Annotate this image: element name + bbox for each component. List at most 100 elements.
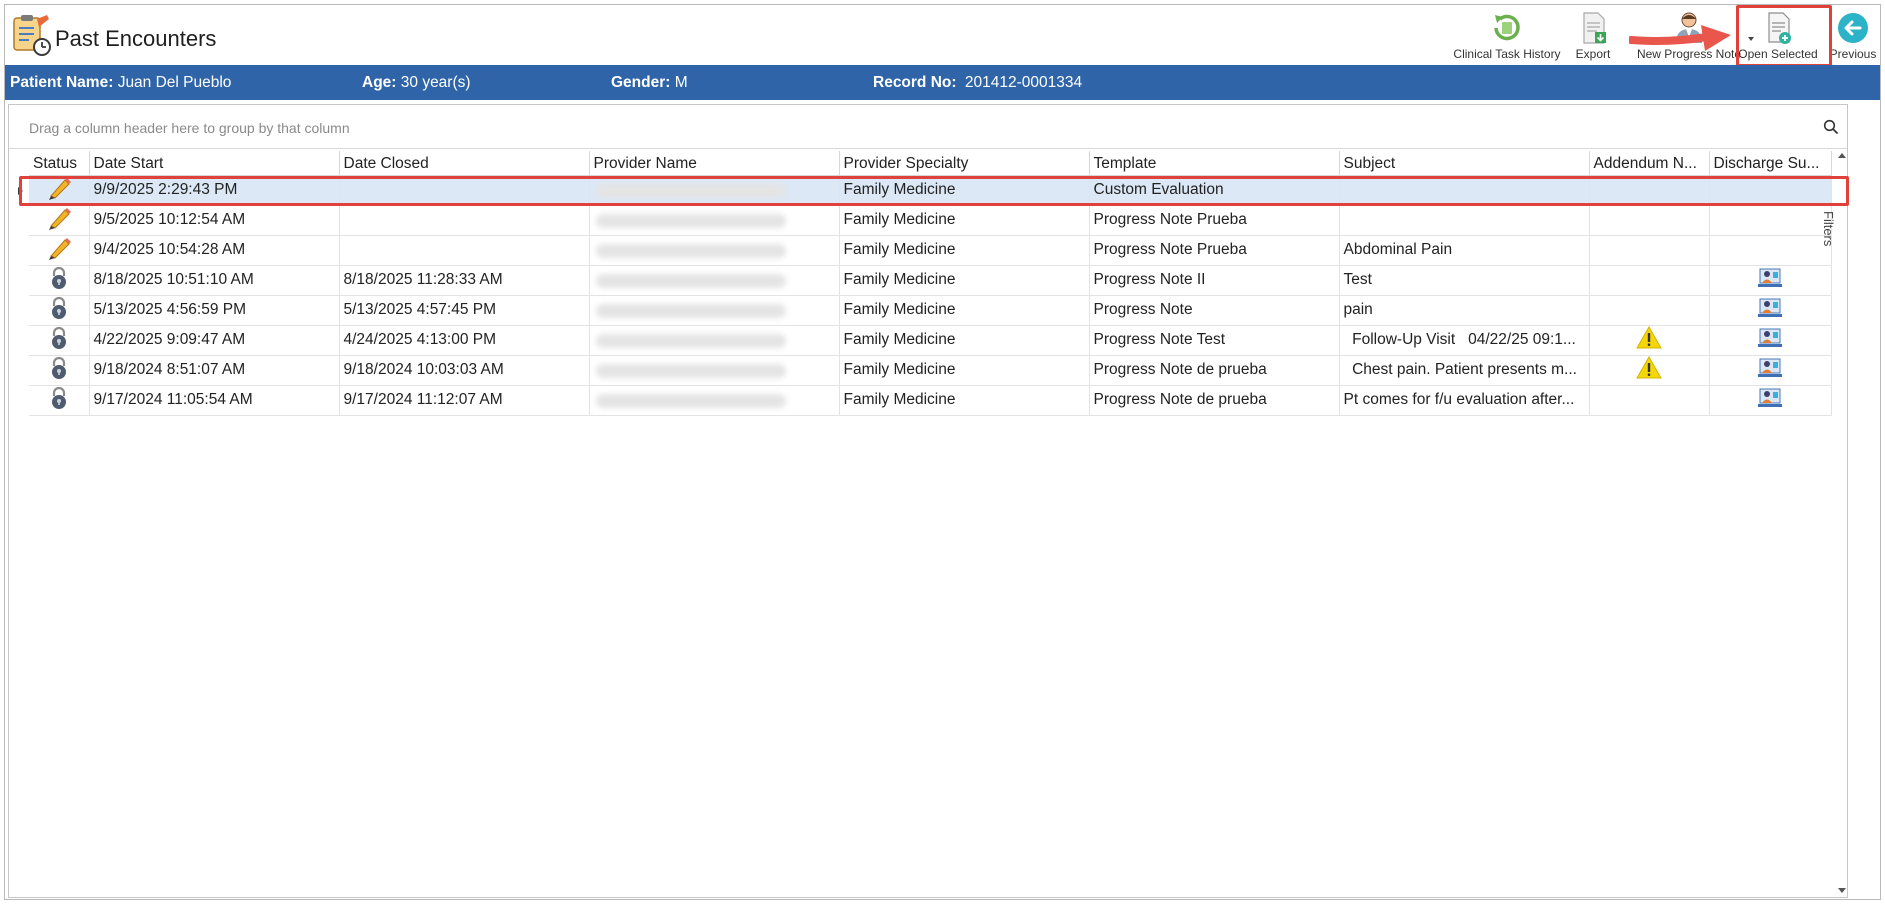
provider-specialty-cell[interactable]: Family Medicine (839, 235, 1090, 266)
date-start-cell[interactable]: 5/13/2025 4:56:59 PM (89, 295, 340, 326)
scroll-up-arrow[interactable] (1838, 153, 1846, 158)
template-cell[interactable]: Progress Note Prueba (1089, 205, 1340, 236)
subject-cell[interactable]: Chest pain. Patient presents m... (1339, 355, 1590, 386)
clinical-task-history-button[interactable]: Clinical Task History (1452, 9, 1562, 63)
provider-name-cell[interactable] (589, 265, 840, 296)
status-cell[interactable] (29, 265, 90, 296)
date-start-cell[interactable]: 9/9/2025 2:29:43 PM (89, 175, 340, 206)
scroll-down-arrow[interactable] (1838, 888, 1846, 893)
date-closed-cell[interactable]: 4/24/2025 4:13:00 PM (339, 325, 590, 356)
date-start-cell[interactable]: 9/5/2025 10:12:54 AM (89, 205, 340, 236)
date-closed-cell[interactable]: 9/17/2024 11:12:07 AM (339, 385, 590, 416)
discharge-summary-cell[interactable] (1709, 325, 1832, 356)
discharge-summary-icon[interactable] (1757, 298, 1783, 324)
subject-cell[interactable]: Pt comes for f/u evaluation after... (1339, 385, 1590, 416)
vertical-scrollbar[interactable] (1835, 149, 1847, 897)
table-row[interactable]: 5/13/2025 4:56:59 PM 5/13/2025 4:57:45 PM… (29, 295, 1832, 326)
column-header-subject[interactable]: Subject (1339, 151, 1590, 176)
provider-name-cell[interactable] (589, 295, 840, 326)
subject-cell[interactable] (1339, 175, 1590, 206)
subject-cell[interactable]: Follow-Up Visit 04/22/25 09:1... (1339, 325, 1590, 356)
template-cell[interactable]: Progress Note de prueba (1089, 355, 1340, 386)
status-cell[interactable] (29, 175, 90, 206)
table-row[interactable]: 9/4/2025 10:54:28 AM Family Medicine Progr… (29, 235, 1832, 266)
addendum-cell[interactable] (1589, 235, 1710, 266)
table-row[interactable]: 9/5/2025 10:12:54 AM Family Medicine Progr… (29, 205, 1832, 236)
provider-name-cell[interactable] (589, 385, 840, 416)
column-header-discharge-summary[interactable]: Discharge Su... (1709, 151, 1832, 176)
provider-name-cell[interactable] (589, 325, 840, 356)
table-row[interactable]: 9/17/2024 11:05:54 AM 9/17/2024 11:12:07 … (29, 385, 1832, 416)
status-cell[interactable] (29, 325, 90, 356)
column-header-addendum[interactable]: Addendum N... (1589, 151, 1710, 176)
search-icon[interactable] (1823, 119, 1839, 135)
addendum-cell[interactable] (1589, 355, 1710, 386)
addendum-cell[interactable] (1589, 325, 1710, 356)
table-row[interactable]: 9/18/2024 8:51:07 AM 9/18/2024 10:03:03 A… (29, 355, 1832, 386)
status-cell[interactable] (29, 295, 90, 326)
status-cell[interactable] (29, 235, 90, 266)
date-closed-cell[interactable] (339, 205, 590, 236)
open-selected-button[interactable]: Open Selected (1734, 9, 1822, 63)
date-start-cell[interactable]: 4/22/2025 9:09:47 AM (89, 325, 340, 356)
provider-specialty-cell[interactable]: Family Medicine (839, 355, 1090, 386)
date-start-cell[interactable]: 9/4/2025 10:54:28 AM (89, 235, 340, 266)
discharge-summary-icon[interactable] (1757, 268, 1783, 294)
template-cell[interactable]: Custom Evaluation (1089, 175, 1340, 206)
addendum-cell[interactable] (1589, 295, 1710, 326)
subject-cell[interactable]: Test (1339, 265, 1590, 296)
provider-name-cell[interactable] (589, 235, 840, 266)
provider-specialty-cell[interactable]: Family Medicine (839, 325, 1090, 356)
date-start-cell[interactable]: 9/18/2024 8:51:07 AM (89, 355, 340, 386)
discharge-summary-icon[interactable] (1757, 328, 1783, 354)
provider-specialty-cell[interactable]: Family Medicine (839, 385, 1090, 416)
subject-cell[interactable]: Abdominal Pain (1339, 235, 1590, 266)
status-cell[interactable] (29, 355, 90, 386)
addendum-cell[interactable] (1589, 385, 1710, 416)
column-header-provider-specialty[interactable]: Provider Specialty (839, 151, 1090, 176)
provider-name-cell[interactable] (589, 175, 840, 206)
lock-icon (49, 296, 69, 324)
table-row[interactable]: 4/22/2025 9:09:47 AM 4/24/2025 4:13:00 PM… (29, 325, 1832, 356)
template-cell[interactable]: Progress Note (1089, 295, 1340, 326)
column-header-template[interactable]: Template (1089, 151, 1340, 176)
provider-specialty-cell[interactable]: Family Medicine (839, 205, 1090, 236)
template-cell[interactable]: Progress Note II (1089, 265, 1340, 296)
group-by-panel[interactable]: Drag a column header here to group by th… (9, 105, 1847, 149)
export-button[interactable]: Export (1568, 9, 1618, 63)
column-header-date-closed[interactable]: Date Closed (339, 151, 590, 176)
column-header-date-start[interactable]: Date Start (89, 151, 340, 176)
discharge-summary-cell[interactable] (1709, 175, 1832, 206)
discharge-summary-icon[interactable] (1757, 358, 1783, 384)
provider-name-cell[interactable] (589, 205, 840, 236)
addendum-cell[interactable] (1589, 265, 1710, 296)
template-cell[interactable]: Progress Note de prueba (1089, 385, 1340, 416)
addendum-cell[interactable] (1589, 205, 1710, 236)
date-closed-cell[interactable]: 9/18/2024 10:03:03 AM (339, 355, 590, 386)
status-cell[interactable] (29, 385, 90, 416)
provider-specialty-cell[interactable]: Family Medicine (839, 175, 1090, 206)
column-header-status[interactable]: Status (29, 151, 90, 176)
date-closed-cell[interactable]: 5/13/2025 4:57:45 PM (339, 295, 590, 326)
previous-button[interactable]: Previous (1828, 9, 1878, 63)
subject-cell[interactable]: pain (1339, 295, 1590, 326)
provider-name-cell[interactable] (589, 355, 840, 386)
table-row[interactable]: 9/9/2025 2:29:43 PM Family Medicine Custom… (29, 175, 1832, 206)
date-start-cell[interactable]: 8/18/2025 10:51:10 AM (89, 265, 340, 296)
status-cell[interactable] (29, 205, 90, 236)
table-row[interactable]: 8/18/2025 10:51:10 AM 8/18/2025 11:28:33 … (29, 265, 1832, 296)
template-cell[interactable]: Progress Note Test (1089, 325, 1340, 356)
provider-specialty-cell[interactable]: Family Medicine (839, 295, 1090, 326)
discharge-summary-icon[interactable] (1757, 388, 1783, 414)
discharge-summary-cell[interactable] (1709, 385, 1832, 416)
date-start-cell[interactable]: 9/17/2024 11:05:54 AM (89, 385, 340, 416)
date-closed-cell[interactable] (339, 175, 590, 206)
template-cell[interactable]: Progress Note Prueba (1089, 235, 1340, 266)
provider-specialty-cell[interactable]: Family Medicine (839, 265, 1090, 296)
date-closed-cell[interactable] (339, 235, 590, 266)
subject-cell[interactable] (1339, 205, 1590, 236)
column-header-provider-name[interactable]: Provider Name (589, 151, 840, 176)
date-closed-cell[interactable]: 8/18/2025 11:28:33 AM (339, 265, 590, 296)
addendum-cell[interactable] (1589, 175, 1710, 206)
discharge-summary-cell[interactable] (1709, 355, 1832, 386)
